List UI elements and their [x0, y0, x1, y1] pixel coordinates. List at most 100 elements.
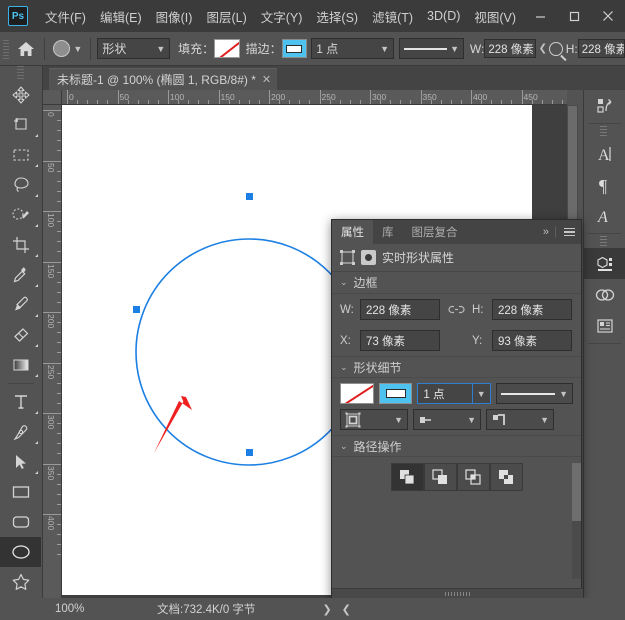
frame-x-input[interactable]: 73 像素: [360, 330, 440, 351]
creative-cloud-libraries-icon[interactable]: [584, 279, 625, 310]
intersect-shape-areas-button[interactable]: [457, 463, 490, 491]
chevron-down-icon[interactable]: ▼: [472, 384, 490, 403]
scrollbar-thumb[interactable]: [572, 463, 581, 521]
stroke-corner-select[interactable]: ▼: [486, 409, 554, 430]
status-next-icon[interactable]: ❯: [317, 603, 336, 616]
vertical-ruler[interactable]: 050100150200250300350400: [43, 105, 62, 598]
anchor-point-top[interactable]: [246, 193, 253, 200]
frame-w-input[interactable]: 228 像素: [360, 299, 440, 320]
menu-image[interactable]: 图像(I): [149, 3, 200, 30]
fill-swatch-button[interactable]: [340, 383, 374, 404]
brush-tool[interactable]: [0, 290, 41, 320]
type-tool[interactable]: [0, 387, 41, 417]
rail-grip[interactable]: [584, 236, 625, 248]
combine-shapes-button[interactable]: [391, 463, 424, 491]
menu-layer[interactable]: 图层(L): [199, 3, 253, 30]
photoshop-logo: Ps: [8, 6, 28, 26]
document-tab[interactable]: 未标题-1 @ 100% (椭圆 1, RGB/8#) * ✕: [49, 68, 277, 90]
search-icon[interactable]: [549, 42, 563, 56]
link-icon[interactable]: ❮: [539, 43, 547, 54]
exclude-overlapping-shapes-button[interactable]: [490, 463, 523, 491]
tab-layer-comps[interactable]: 图层复合: [403, 220, 467, 244]
menu-type[interactable]: 文字(Y): [254, 3, 310, 30]
eyedropper-tool[interactable]: [0, 260, 41, 290]
close-icon[interactable]: ✕: [262, 73, 271, 86]
chevron-down-icon[interactable]: ▼: [73, 44, 82, 54]
status-prev-icon[interactable]: ❮: [337, 603, 356, 616]
history-panel-icon[interactable]: [584, 90, 625, 121]
stroke-swatch-button[interactable]: [379, 383, 413, 404]
gradient-tool[interactable]: [0, 350, 41, 380]
zoom-level[interactable]: 100%: [43, 603, 95, 615]
move-tool[interactable]: [0, 80, 41, 110]
rail-divider: [588, 233, 621, 234]
rail-grip[interactable]: [584, 126, 625, 138]
frame-h-input[interactable]: 228 像素: [492, 299, 572, 320]
collapse-panel-icon[interactable]: »: [543, 226, 549, 238]
options-w-input[interactable]: 228 像素: [484, 39, 535, 58]
paragraph-panel-icon[interactable]: ¶: [584, 169, 625, 200]
stroke-cap-icon: [418, 412, 434, 428]
section-path-ops-header[interactable]: ⌄ 路径操作: [332, 435, 581, 457]
chevron-down-icon: ⌄: [340, 362, 348, 373]
ruler-major-tick: [43, 363, 62, 364]
properties-panel-icon[interactable]: [584, 248, 625, 279]
menu-file[interactable]: 文件(F): [38, 3, 93, 30]
ruler-tick-label: 350: [423, 92, 437, 102]
tab-libraries[interactable]: 库: [373, 220, 403, 244]
character-styles-icon[interactable]: A: [584, 200, 625, 231]
stroke-width-select[interactable]: 1 点 ▼: [311, 38, 394, 59]
link-chain-icon[interactable]: [446, 301, 466, 319]
menu-select[interactable]: 选择(S): [309, 3, 365, 30]
frame-y-input[interactable]: 93 像素: [492, 330, 572, 351]
ellipse-tool[interactable]: [0, 537, 41, 567]
minimize-button[interactable]: [523, 0, 557, 32]
options-bar-grip[interactable]: [2, 38, 11, 60]
properties-panel-scrollbar[interactable]: [572, 463, 581, 579]
layers-panel-icon[interactable]: [584, 310, 625, 341]
options-h-input[interactable]: 228 像素: [578, 39, 625, 58]
properties-panel-resize-grip[interactable]: [332, 588, 583, 598]
stroke-cap-select[interactable]: ▼: [413, 409, 481, 430]
fill-swatch-button[interactable]: [214, 39, 240, 58]
lasso-tool[interactable]: [0, 170, 41, 200]
quick-selection-tool[interactable]: [0, 200, 41, 230]
ruler-major-tick: [522, 90, 523, 105]
ellipse-shape-path[interactable]: [136, 239, 362, 465]
menu-view[interactable]: 视图(V): [467, 3, 523, 30]
artboard-tool[interactable]: [0, 110, 41, 140]
anchor-point-bottom[interactable]: [246, 449, 253, 456]
stroke-width-field[interactable]: 1 点 ▼: [417, 383, 490, 404]
custom-shape-tool[interactable]: [0, 567, 41, 597]
menu-edit[interactable]: 编辑(E): [93, 3, 149, 30]
panel-menu-icon[interactable]: [562, 226, 577, 239]
stroke-style-select[interactable]: ▼: [496, 383, 573, 404]
rectangle-tool[interactable]: [0, 477, 41, 507]
tools-panel-grip[interactable]: [0, 66, 42, 80]
anchor-point-left[interactable]: [133, 306, 140, 313]
marquee-tool[interactable]: [0, 140, 41, 170]
crop-tool[interactable]: [0, 230, 41, 260]
subtract-front-shape-button[interactable]: [424, 463, 457, 491]
menu-3d[interactable]: 3D(D): [420, 5, 467, 27]
home-icon[interactable]: [13, 41, 39, 57]
stroke-width-value: 1 点: [316, 40, 380, 57]
close-button[interactable]: [591, 0, 625, 32]
path-selection-tool[interactable]: [0, 447, 41, 477]
horizontal-ruler[interactable]: 050100150200250300350400450: [62, 90, 567, 105]
tab-properties[interactable]: 属性: [332, 220, 373, 244]
section-shape-details-header[interactable]: ⌄ 形状细节: [332, 356, 581, 378]
active-tool-preview[interactable]: ▼: [51, 40, 84, 57]
rounded-rectangle-tool[interactable]: [0, 507, 41, 537]
ruler-tick-label: 150: [46, 264, 56, 278]
section-frame-header[interactable]: ⌄ 边框: [332, 272, 581, 294]
stroke-align-select[interactable]: ▼: [340, 409, 408, 430]
maximize-button[interactable]: [557, 0, 591, 32]
stroke-swatch-button[interactable]: [282, 39, 308, 58]
menu-filter[interactable]: 滤镜(T): [365, 3, 420, 30]
pen-tool[interactable]: [0, 417, 41, 447]
stroke-style-select[interactable]: ▼: [399, 38, 464, 59]
character-panel-icon[interactable]: A: [584, 138, 625, 169]
eraser-tool[interactable]: [0, 320, 41, 350]
tool-mode-select[interactable]: 形状 ▼: [97, 38, 170, 59]
